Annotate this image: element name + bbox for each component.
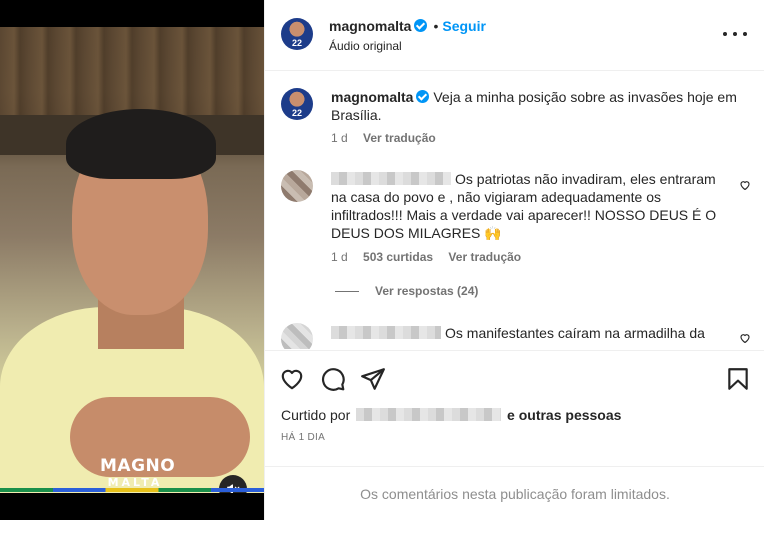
comment-age[interactable]: 1 d [331, 250, 348, 264]
comment-meta: 1 d 503 curtidas Ver tradução [331, 250, 521, 264]
video-person-hair [66, 109, 216, 179]
liked-by-others-link[interactable]: e outras pessoas [507, 407, 621, 423]
comments-limited-notice: Os comentários nesta publicação foram li… [265, 466, 764, 520]
audio-label[interactable]: Áudio original [329, 39, 402, 53]
comments-list[interactable]: 22 magnomalta Veja a minha posição sobre… [265, 72, 764, 349]
caption-author-avatar[interactable]: 22 [281, 88, 313, 120]
post-details-panel: 22 magnomalta • Seguir Áudio original 22 m… [264, 0, 764, 520]
comment-username-blurred[interactable] [331, 172, 451, 185]
comment-text-block: Os patriotas não invadiram, eles entrara… [331, 170, 721, 242]
caption-username[interactable]: magnomalta [331, 89, 413, 105]
share-icon[interactable] [360, 366, 386, 392]
liked-by-prefix: Curtido por [281, 407, 351, 423]
comment-avatar[interactable] [281, 170, 313, 202]
caption-meta: 1 d Ver tradução [331, 131, 436, 145]
overlay-logo-line2: MALTA [107, 476, 163, 489]
comment-text-block: Os manifestantes caíram na armadilha da [331, 324, 721, 342]
comment-icon[interactable] [320, 366, 346, 392]
author-username[interactable]: magnomalta [329, 18, 411, 34]
avatar-number: 22 [291, 108, 302, 118]
avatar-number: 22 [291, 38, 302, 48]
post-timestamp[interactable]: HÁ 1 DIA [281, 432, 325, 443]
comment-avatar[interactable] [281, 323, 313, 349]
verified-badge-icon [414, 19, 428, 32]
video-background-roof [0, 27, 264, 117]
comment-likes-count[interactable]: 503 curtidas [363, 250, 433, 264]
view-replies-button[interactable]: Ver respostas (24) [335, 284, 478, 298]
video-player[interactable]: MAGNO MALTA [0, 0, 264, 520]
comment-like-heart-icon[interactable] [739, 332, 751, 344]
overlay-logo-line1: MAGNO [100, 456, 176, 476]
liked-by-username-blurred[interactable] [356, 408, 502, 421]
comment-like-heart-icon[interactable] [739, 179, 751, 191]
replies-divider-line [335, 291, 359, 293]
post-header: 22 magnomalta • Seguir Áudio original [265, 0, 764, 71]
author-avatar[interactable]: 22 [281, 18, 313, 50]
video-progress-bar[interactable] [0, 488, 264, 492]
follow-button[interactable]: Seguir [442, 18, 486, 34]
view-replies-label: Ver respostas (24) [375, 284, 479, 298]
post-actions-area: Curtido por e outras pessoas HÁ 1 DIA [265, 350, 764, 465]
caption-age[interactable]: 1 d [331, 131, 348, 145]
more-options-icon[interactable] [723, 26, 747, 42]
video-overlay-logo: MAGNO MALTA [100, 456, 176, 489]
comment-text: Os manifestantes caíram na armadilha da [445, 325, 705, 341]
caption-text-block: magnomalta Veja a minha posição sobre as… [331, 88, 741, 124]
comment-translate-link[interactable]: Ver tradução [448, 250, 521, 264]
bookmark-icon[interactable] [725, 366, 751, 392]
heart-icon[interactable] [279, 366, 305, 392]
verified-badge-icon [416, 90, 430, 103]
caption-translate-link[interactable]: Ver tradução [363, 131, 436, 145]
header-title-line: magnomalta • Seguir [329, 18, 486, 34]
video-frame[interactable]: MAGNO MALTA [0, 27, 264, 493]
separator-dot: • [433, 18, 439, 34]
comment-username-blurred[interactable] [331, 326, 441, 339]
likes-summary: Curtido por e outras pessoas [281, 407, 621, 423]
